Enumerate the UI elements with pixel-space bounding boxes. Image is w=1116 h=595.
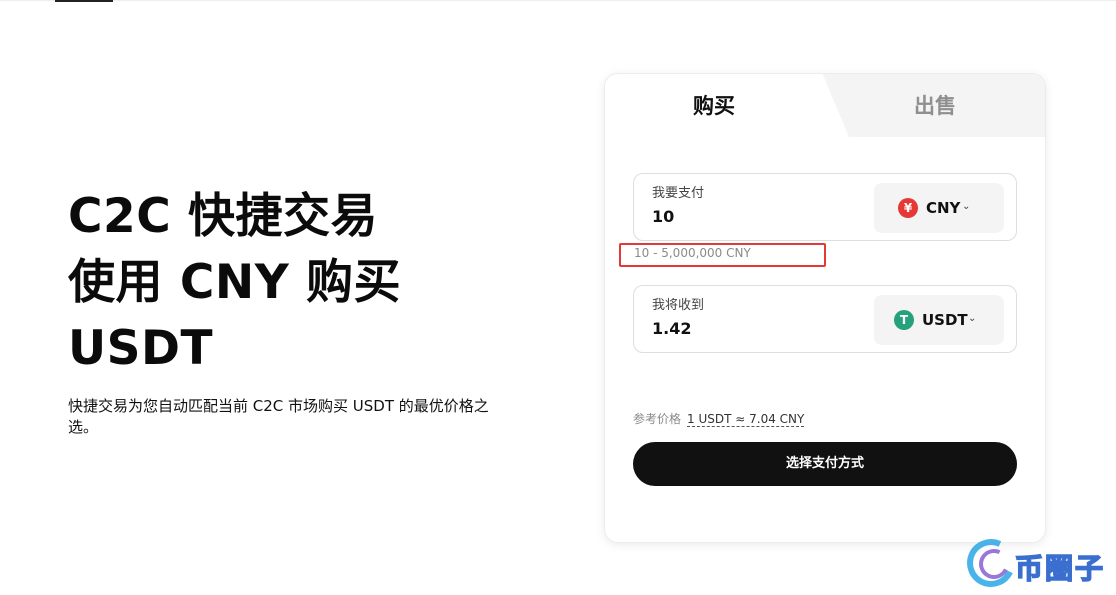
receive-amount-input[interactable]: 1.42 (652, 319, 852, 338)
receive-currency-select[interactable]: T USDT ⌄ (874, 295, 1004, 345)
pay-amount-input[interactable]: 10 (652, 207, 852, 226)
trade-card: 购买 出售 我要支付 10 ¥ CNY ⌄ 10 - 5,000,000 CNY… (604, 73, 1046, 543)
top-divider (0, 0, 1116, 1)
reference-price-label: 参考价格 (633, 412, 682, 426)
select-payment-method-button[interactable]: 选择支付方式 (633, 442, 1017, 486)
watermark-text: 币圈子 (1014, 551, 1106, 586)
hero-description: 快捷交易为您自动匹配当前 C2C 市场购买 USDT 的最优价格之选。 (68, 397, 489, 436)
hero-title-line-3: USDT (68, 321, 214, 376)
pay-amount-label: 我要支付 (652, 186, 705, 201)
hero-title-line-1: C2C 快捷交易 (68, 189, 379, 244)
usdt-coin-icon: T (894, 310, 914, 330)
pay-currency-code: CNY (926, 199, 961, 217)
watermark-logo: 币圈子 (960, 532, 1115, 594)
tab-sell[interactable]: 出售 (914, 92, 956, 120)
reference-price: 参考价格 1 USDT ≈ 7.04 CNY (633, 410, 805, 427)
trade-tab-bar: 购买 出售 (605, 74, 1045, 137)
tab-buy[interactable]: 购买 (693, 92, 735, 120)
receive-currency-code: USDT (922, 311, 968, 329)
hero-title: C2C 快捷交易 使用 CNY 购买 USDT (68, 184, 538, 382)
receive-amount-label: 我将收到 (652, 298, 705, 313)
reference-price-value[interactable]: 1 USDT ≈ 7.04 CNY (687, 412, 805, 427)
chevron-down-icon: ⌄ (968, 313, 977, 324)
cny-coin-icon: ¥ (898, 198, 918, 218)
nav-active-indicator (55, 0, 113, 2)
pay-amount-field[interactable]: 我要支付 10 ¥ CNY ⌄ (633, 173, 1017, 241)
hero-title-line-2: 使用 CNY 购买 (68, 255, 402, 310)
pay-currency-select[interactable]: ¥ CNY ⌄ (874, 183, 1004, 233)
chevron-down-icon: ⌄ (962, 201, 971, 212)
receive-amount-field[interactable]: 我将收到 1.42 T USDT ⌄ (633, 285, 1017, 353)
range-highlight-box (619, 243, 826, 267)
